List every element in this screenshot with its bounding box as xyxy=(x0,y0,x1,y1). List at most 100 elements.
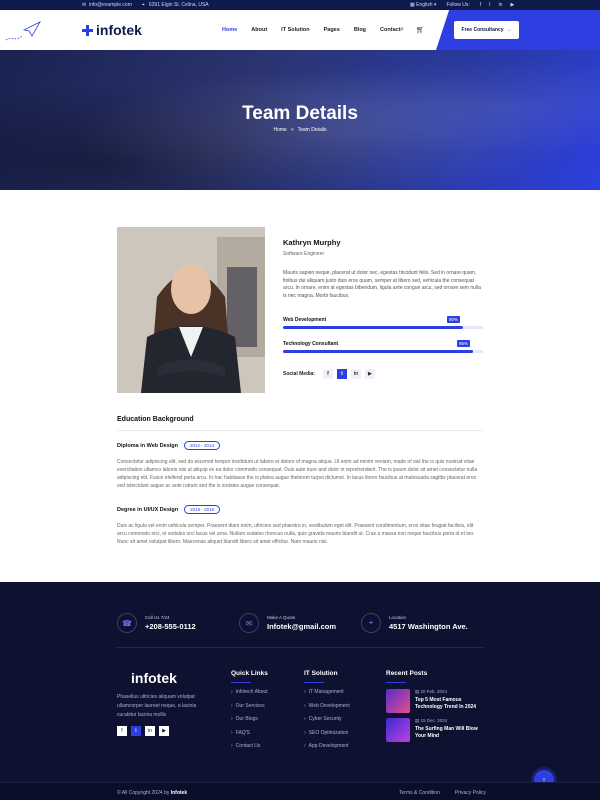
facebook-icon[interactable]: f xyxy=(117,726,127,736)
skill-progress-bar xyxy=(283,350,483,353)
chevron-down-icon: ▾ xyxy=(433,2,437,8)
chevron-right-icon: › xyxy=(231,689,233,695)
chevron-right-icon: › xyxy=(304,743,306,749)
nav-pages[interactable]: Pages xyxy=(324,27,340,33)
post-date: ▤ 20 Feb, 2024 xyxy=(415,689,448,694)
twitter-icon[interactable]: t xyxy=(489,2,490,8)
footer-link[interactable]: › FAQ'S xyxy=(231,730,268,736)
heading-underline xyxy=(304,682,324,683)
copyright-brand-link[interactable]: Infotek xyxy=(171,790,187,796)
footer-link[interactable]: › App Development xyxy=(304,743,350,749)
skill-percent-badge: 95% xyxy=(457,340,471,347)
footer-link[interactable]: › Infotech About xyxy=(231,689,268,695)
chevron-right-icon: › xyxy=(231,716,233,722)
linkedin-icon[interactable]: in xyxy=(145,726,155,736)
footer-link[interactable]: › Contact Us xyxy=(231,743,268,749)
nav-it-solution[interactable]: IT Solution xyxy=(281,27,309,33)
it-solution-column: IT Solution › IT Management › Web Developm… xyxy=(304,670,350,749)
mail-icon: ✉ xyxy=(239,613,259,633)
arrow-right-icon: → xyxy=(506,27,512,33)
recent-posts-column: Recent Posts ▤ 20 Feb, 2024 Top 5 Most F… xyxy=(386,670,490,747)
footer-link[interactable]: › Our Services xyxy=(231,703,268,709)
nav-about[interactable]: About xyxy=(251,27,267,33)
email-info[interactable]: ✉ info@example.com xyxy=(82,2,132,8)
skill-label: Web Development xyxy=(283,317,327,323)
footer-social-links: f t in ▶ xyxy=(117,726,169,736)
quick-links-column: Quick Links › Infotech About › Our Service… xyxy=(231,670,268,749)
main-nav: Home About IT Solution Pages Blog Contac… xyxy=(222,27,401,33)
chevron-right-icon: › xyxy=(304,689,306,695)
calendar-icon: ▤ xyxy=(415,689,420,694)
skill-percent-badge: 90% xyxy=(447,316,461,323)
chevron-right-icon: › xyxy=(231,702,233,709)
paper-plane-icon xyxy=(5,21,42,41)
linkedin-icon[interactable]: in xyxy=(350,369,361,379)
twitter-icon[interactable]: t xyxy=(336,369,347,379)
linkedin-icon[interactable]: in xyxy=(499,2,503,8)
footer-contact-location[interactable]: ⌖ Location 4517 Washington Ave. xyxy=(361,613,483,633)
breadcrumb-current: Team Details xyxy=(297,127,327,133)
member-name: Kathryn Murphy xyxy=(283,238,341,247)
follow-label: Follow Us: xyxy=(446,2,470,8)
logo-mark-icon xyxy=(117,673,128,684)
page-title: Team Details xyxy=(242,103,358,124)
nav-contact[interactable]: Contact xyxy=(380,27,400,33)
logo-mark-icon xyxy=(82,24,93,36)
language-selector[interactable]: ▦ English ▾ xyxy=(410,2,436,8)
heading-underline xyxy=(386,682,406,683)
degree-description: Consectetur adipiscing elit, sed do eius… xyxy=(117,459,478,489)
footer-link[interactable]: › IT Management xyxy=(304,689,350,695)
nav-home[interactable]: Home xyxy=(222,27,237,33)
nav-blog[interactable]: Blog xyxy=(354,27,366,33)
cart-icon[interactable]: 🛒︎ xyxy=(416,26,425,34)
education-title: Education Background xyxy=(117,416,194,423)
skill-progress-bar xyxy=(283,326,483,329)
footer-contact-phone[interactable]: ☎ Call Us 7/24 +208-555-0112 xyxy=(117,613,239,633)
flag-icon: ▦ xyxy=(410,2,415,8)
member-role: Software Engineer xyxy=(283,251,325,257)
degree-heading: Diploma in Web Design 2012 - 2014 xyxy=(117,441,221,450)
chevron-right-icon: › xyxy=(231,729,233,736)
post-thumbnail xyxy=(386,718,410,742)
facebook-icon[interactable]: f xyxy=(480,2,481,8)
free-consultancy-button[interactable]: Free Consultancy → xyxy=(454,21,519,39)
post-title: Top 5 Most Famous Technology Trend In 20… xyxy=(415,697,477,710)
youtube-icon[interactable]: ▶ xyxy=(510,2,514,8)
member-social-links: Social Media: f t in ▶ xyxy=(283,369,375,379)
site-footer: ☎ Call Us 7/24 +208-555-0112 ✉ Make A Qu… xyxy=(0,582,600,800)
degree-description: Duis ac ligula vel enim vehicula semper.… xyxy=(117,523,475,545)
hero-banner: Team Details xyxy=(0,50,600,190)
address-info: ⌖ 6391 Elgin St. Celina, USA xyxy=(141,2,209,8)
twitter-icon[interactable]: t xyxy=(131,726,141,736)
terms-link[interactable]: Terms & Condition xyxy=(399,790,440,796)
footer-contact-email[interactable]: ✉ Make A Quote Infotek@gmail.com xyxy=(239,613,361,633)
footer-link[interactable]: › SEO Optimization xyxy=(304,730,350,736)
youtube-icon[interactable]: ▶ xyxy=(159,726,169,736)
recent-post[interactable]: ▤ 15 Dec, 2024 The Surfing Man Will Blow… xyxy=(386,718,490,742)
skill-progress-fill xyxy=(283,350,473,353)
skill-progress-fill xyxy=(283,326,463,329)
footer-link[interactable]: › Cyber Security xyxy=(304,716,350,722)
search-icon[interactable]: ⌕ xyxy=(400,26,404,34)
site-logo[interactable]: infotek xyxy=(82,22,142,38)
footer-link[interactable]: › Web Development xyxy=(304,703,350,709)
breadcrumb-home[interactable]: Home xyxy=(273,127,286,133)
mail-icon: ✉ xyxy=(82,2,87,8)
member-bio: Mauris sapien neque, placerat ut dolor n… xyxy=(283,270,481,299)
post-date: ▤ 15 Dec, 2024 xyxy=(415,718,448,723)
privacy-link[interactable]: Privacy Policy xyxy=(455,790,486,796)
chevron-right-icon: › xyxy=(304,716,306,722)
degree-heading: Degree in UI/UX Design 2015 - 2016 xyxy=(117,505,221,514)
divider xyxy=(117,647,483,648)
footer-description: Phasellus ultricies aliquam volutpat ull… xyxy=(117,694,197,718)
footer-link[interactable]: › Our Blogs xyxy=(231,716,268,722)
heading-underline xyxy=(231,682,251,683)
location-icon: ⌖ xyxy=(361,613,381,633)
phone-icon: ☎ xyxy=(117,613,137,633)
youtube-icon[interactable]: ▶ xyxy=(364,369,375,379)
footer-logo[interactable]: infotek xyxy=(117,670,177,686)
calendar-icon: ▤ xyxy=(415,718,420,723)
facebook-icon[interactable]: f xyxy=(322,369,333,379)
recent-post[interactable]: ▤ 20 Feb, 2024 Top 5 Most Famous Technol… xyxy=(386,689,490,713)
breadcrumb: Home » Team Details xyxy=(0,127,600,133)
